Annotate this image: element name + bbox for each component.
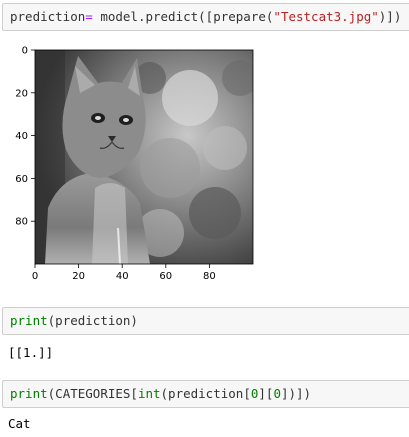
x-tick-label: 40 [116, 271, 129, 282]
code-token: model.predict([prepare( [92, 9, 274, 24]
output-prediction: [[1.]] [8, 345, 54, 360]
y-tick-label: 40 [15, 131, 28, 142]
x-tick-label: 20 [72, 271, 85, 282]
output-category: Cat [8, 416, 31, 431]
code-token: print [10, 313, 48, 328]
code-cell-predict[interactable]: prediction= model.predict([prepare("Test… [2, 3, 409, 31]
x-tick-label: 60 [159, 271, 172, 282]
code-cell-print-category[interactable]: print(CATEGORIES[int(prediction[0][0])]) [2, 380, 409, 408]
code-token: int [137, 386, 161, 401]
code-token: = [85, 9, 93, 24]
code-token: (prediction) [47, 313, 138, 328]
code-token: ][ [258, 386, 274, 401]
grayscale-cat-photo [35, 50, 253, 264]
code-token: )]) [378, 9, 402, 24]
y-tick-label: 60 [15, 174, 28, 185]
code-token: print [10, 386, 48, 401]
code-token: 0 [273, 386, 281, 401]
y-tick-label: 20 [15, 88, 28, 99]
y-tick-label: 0 [22, 46, 28, 57]
code-token: "Testcat3.jpg" [273, 9, 379, 24]
y-tick-label: 80 [15, 217, 28, 228]
x-tick-label: 0 [32, 271, 38, 282]
code-token: ])]) [280, 386, 312, 401]
x-tick-label: 80 [203, 271, 216, 282]
code-token: (CATEGORIES[ [47, 386, 138, 401]
code-cell-print-prediction[interactable]: print(prediction) [2, 307, 409, 335]
code-token: (prediction[ [160, 386, 251, 401]
image-plot: 0 20 40 60 80 0 20 40 60 80 [15, 46, 254, 282]
code-token: prediction [10, 9, 86, 24]
